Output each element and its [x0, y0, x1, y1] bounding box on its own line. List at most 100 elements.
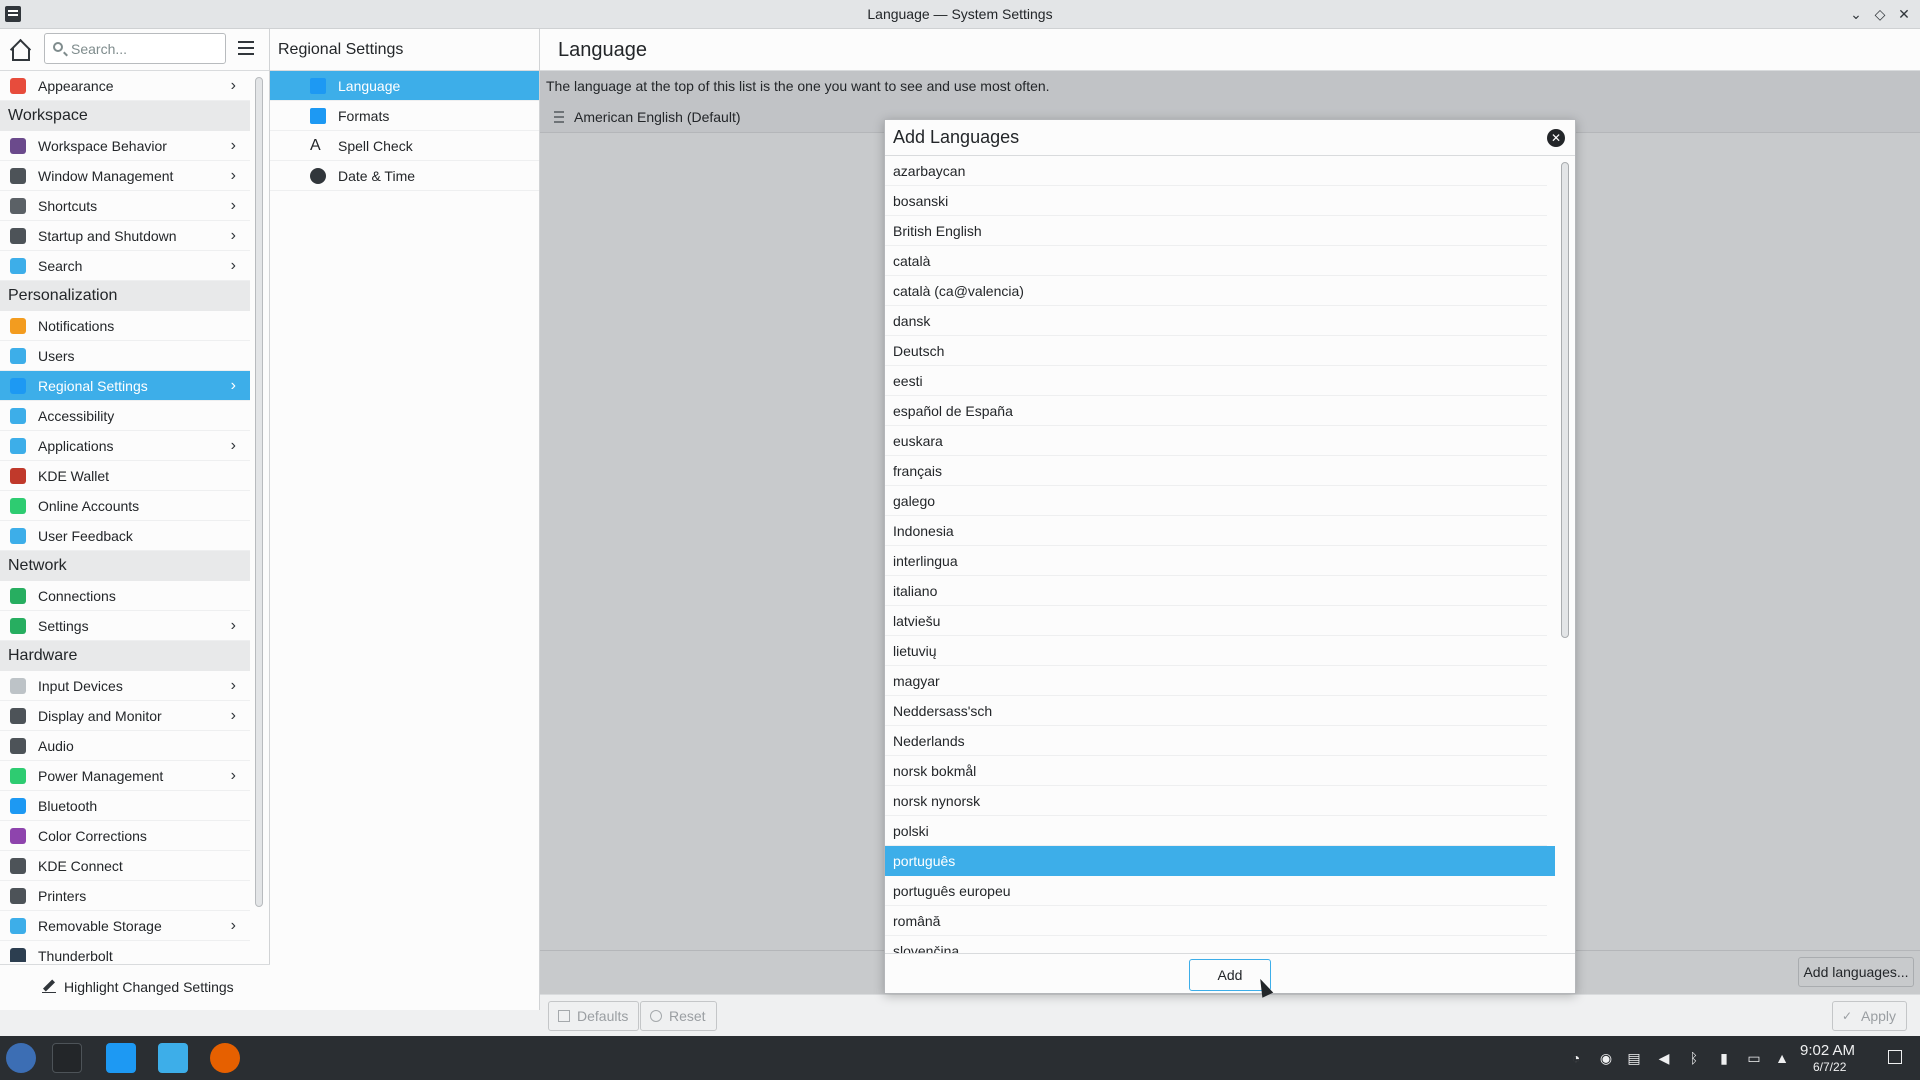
- subpanel-item-date-time[interactable]: Date & Time: [270, 161, 539, 191]
- chevron-right-icon: ›: [230, 437, 236, 454]
- sidebar-item-window-management[interactable]: Window Management ›: [0, 161, 250, 191]
- defaults-button[interactable]: Defaults: [548, 1001, 640, 1031]
- maximize-button[interactable]: ◇: [1870, 4, 1890, 24]
- search-box[interactable]: [44, 33, 226, 64]
- close-window-button[interactable]: ✕: [1894, 4, 1914, 24]
- reset-button[interactable]: Reset: [640, 1001, 717, 1031]
- sidebar-item-notifications[interactable]: Notifications: [0, 311, 250, 341]
- file-manager-task-icon[interactable]: [158, 1043, 188, 1073]
- sidebar-item-audio[interactable]: Audio: [0, 731, 250, 761]
- sidebar-item-label: Workspace Behavior: [38, 138, 167, 154]
- battery-tray-icon[interactable]: ▮: [1716, 1050, 1732, 1066]
- sidebar-item-label: Settings: [38, 618, 89, 634]
- language-list-item[interactable]: slovenčina: [885, 936, 1547, 954]
- sidebar-item-accessibility[interactable]: Accessibility: [0, 401, 250, 431]
- phone-icon: [10, 858, 26, 874]
- language-list-item[interactable]: lietuvių: [885, 636, 1547, 666]
- sidebar-item-startup-and-shutdown[interactable]: Startup and Shutdown ›: [0, 221, 250, 251]
- language-list-item[interactable]: British English: [885, 216, 1547, 246]
- bluetooth-tray-icon[interactable]: ᛒ: [1686, 1050, 1702, 1066]
- sidebar-scrollbar[interactable]: [255, 77, 263, 907]
- sidebar-item-users[interactable]: Users: [0, 341, 250, 371]
- subpanel-item-label: Date & Time: [338, 168, 416, 184]
- sidebar-item-thunderbolt[interactable]: Thunderbolt: [0, 941, 250, 962]
- sidebar-item-color-corrections[interactable]: Color Corrections: [0, 821, 250, 851]
- language-list-item[interactable]: eesti: [885, 366, 1547, 396]
- language-list-item[interactable]: azarbaycan: [885, 156, 1547, 186]
- minimize-button[interactable]: ⌄: [1846, 4, 1866, 24]
- sidebar-item-regional-settings[interactable]: Regional Settings ›: [0, 371, 250, 401]
- language-list-item[interactable]: português europeu: [885, 876, 1547, 906]
- discover-task-icon[interactable]: [106, 1043, 136, 1073]
- sidebar-item-search[interactable]: Search ›: [0, 251, 250, 281]
- sidebar-item-user-feedback[interactable]: User Feedback: [0, 521, 250, 551]
- language-list-item[interactable]: norsk nynorsk: [885, 786, 1547, 816]
- page-title: Language: [540, 29, 1920, 71]
- fedora-launcher-icon[interactable]: [6, 1043, 36, 1073]
- sidebar-item-bluetooth[interactable]: Bluetooth: [0, 791, 250, 821]
- clock-time[interactable]: 9:02 AM: [1800, 1042, 1855, 1059]
- sidebar-item-kde-wallet[interactable]: KDE Wallet: [0, 461, 250, 491]
- sidebar-item-power-management[interactable]: Power Management ›: [0, 761, 250, 791]
- show-desktop-icon[interactable]: [1888, 1050, 1902, 1064]
- language-list-item[interactable]: català: [885, 246, 1547, 276]
- firefox-task-icon[interactable]: [210, 1043, 240, 1073]
- sidebar-item-settings[interactable]: Settings ›: [0, 611, 250, 641]
- sidebar-item-kde-connect[interactable]: KDE Connect: [0, 851, 250, 881]
- hamburger-menu-icon[interactable]: [238, 41, 256, 57]
- sidebar-item-appearance[interactable]: Appearance ›: [0, 71, 250, 101]
- subpanel-item-formats[interactable]: Formats: [270, 101, 539, 131]
- sidebar-item-online-accounts[interactable]: Online Accounts: [0, 491, 250, 521]
- language-list-item[interactable]: italiano: [885, 576, 1547, 606]
- subpanel-item-spell-check[interactable]: A Spell Check: [270, 131, 539, 161]
- language-list-item[interactable]: euskara: [885, 426, 1547, 456]
- sidebar-item-shortcuts[interactable]: Shortcuts ›: [0, 191, 250, 221]
- sidebar-item-connections[interactable]: Connections: [0, 581, 250, 611]
- language-list-item[interactable]: català (ca@valencia): [885, 276, 1547, 306]
- wallet-icon: [10, 468, 26, 484]
- sidebar-item-removable-storage[interactable]: Removable Storage ›: [0, 911, 250, 941]
- sidebar-item-label: Connections: [38, 588, 116, 604]
- sidebar-item-applications[interactable]: Applications ›: [0, 431, 250, 461]
- clock-date[interactable]: 6/7/22: [1813, 1060, 1846, 1074]
- dialog-scrollbar[interactable]: [1561, 162, 1569, 638]
- expand-tray-icon[interactable]: ▲: [1774, 1050, 1790, 1066]
- volume-tray-icon[interactable]: ◀: [1656, 1050, 1672, 1066]
- language-list-item[interactable]: latviešu: [885, 606, 1547, 636]
- sidebar-item-workspace-behavior[interactable]: Workspace Behavior ›: [0, 131, 250, 161]
- add-languages-button[interactable]: Add languages...: [1798, 957, 1914, 987]
- updates-tray-icon[interactable]: ◉: [1598, 1050, 1614, 1066]
- search-input[interactable]: [71, 39, 221, 59]
- highlight-changed-settings-button[interactable]: Highlight Changed Settings: [0, 964, 270, 1010]
- sidebar-item-input-devices[interactable]: Input Devices ›: [0, 671, 250, 701]
- language-list-item[interactable]: español de España: [885, 396, 1547, 426]
- home-icon[interactable]: [8, 39, 32, 61]
- language-list-item[interactable]: Neddersass'sch: [885, 696, 1547, 726]
- language-list-item[interactable]: interlingua: [885, 546, 1547, 576]
- language-list-item[interactable]: português: [885, 846, 1555, 876]
- language-list-item[interactable]: română: [885, 906, 1547, 936]
- sidebar-item-label: Shortcuts: [38, 198, 98, 214]
- language-list-item[interactable]: Deutsch: [885, 336, 1547, 366]
- globe-icon: [10, 588, 26, 604]
- language-list-item[interactable]: galego: [885, 486, 1547, 516]
- language-list-item[interactable]: norsk bokmål: [885, 756, 1547, 786]
- sidebar-item-display-and-monitor[interactable]: Display and Monitor ›: [0, 701, 250, 731]
- sidebar-nav: Appearance › Workspace Workspace Behavior › W…: [0, 71, 250, 962]
- language-list-item[interactable]: Indonesia: [885, 516, 1547, 546]
- sidebar-item-printers[interactable]: Printers: [0, 881, 250, 911]
- language-list-item[interactable]: magyar: [885, 666, 1547, 696]
- language-list-item[interactable]: Nederlands: [885, 726, 1547, 756]
- language-list-item[interactable]: français: [885, 456, 1547, 486]
- network-tray-icon[interactable]: ▭: [1746, 1050, 1762, 1066]
- clipboard-tray-icon[interactable]: ▤: [1626, 1050, 1642, 1066]
- language-list-item[interactable]: dansk: [885, 306, 1547, 336]
- subpanel-item-language[interactable]: Language: [270, 71, 539, 101]
- drag-handle-icon[interactable]: [554, 111, 564, 123]
- language-list-item[interactable]: polski: [885, 816, 1547, 846]
- language-list-item[interactable]: bosanski: [885, 186, 1547, 216]
- apply-button[interactable]: ✓ Apply: [1832, 1001, 1908, 1031]
- notifications-tray-icon[interactable]: ◔: [1568, 1050, 1584, 1066]
- close-icon[interactable]: ✕: [1547, 129, 1565, 147]
- system-settings-task-icon[interactable]: [52, 1043, 82, 1073]
